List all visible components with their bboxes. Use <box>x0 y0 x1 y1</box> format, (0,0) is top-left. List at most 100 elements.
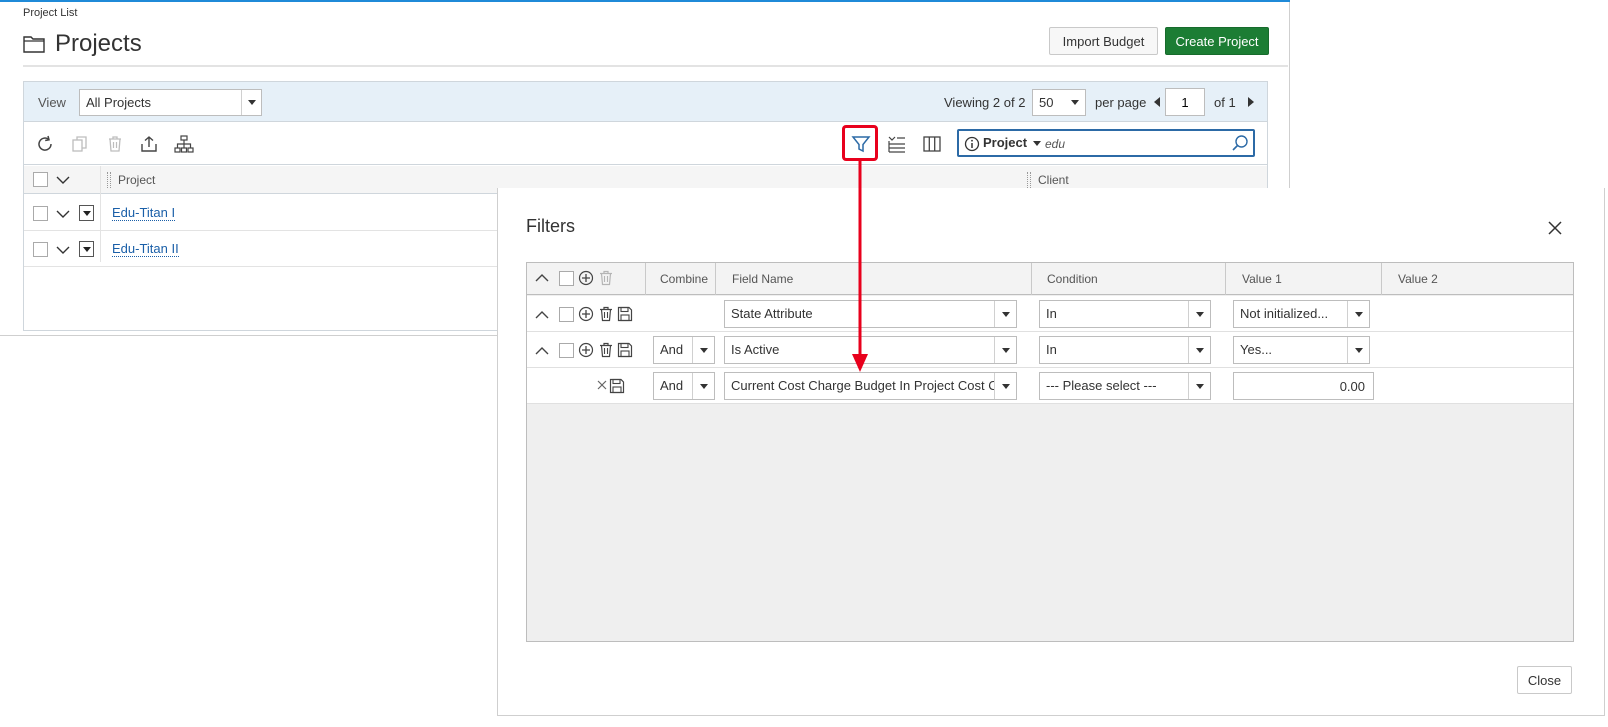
chevron-down-icon[interactable] <box>56 245 70 255</box>
delete-icon[interactable] <box>104 133 126 155</box>
combine-select[interactable]: And <box>653 372 715 400</box>
value1-value: Yes... <box>1240 342 1273 357</box>
save-icon[interactable] <box>609 378 625 394</box>
chevron-down-icon[interactable] <box>692 373 714 399</box>
filters-modal: Filters Combine Field Name Condition Val… <box>497 188 1605 716</box>
chevron-down-icon[interactable] <box>1188 301 1210 327</box>
filter-row: And Is Active In Yes... <box>527 332 1573 368</box>
search-input[interactable] <box>1045 134 1225 154</box>
chevron-down-icon[interactable] <box>994 301 1016 327</box>
condition-value: In <box>1046 342 1057 357</box>
collapse-icon[interactable] <box>535 310 549 320</box>
combine-select[interactable]: And <box>653 336 715 364</box>
column-header-project[interactable]: Project <box>118 173 155 187</box>
project-link[interactable]: Edu-Titan I <box>112 205 176 221</box>
close-icon[interactable] <box>1548 221 1562 235</box>
filter-row: State Attribute In Not initialized... <box>527 296 1573 332</box>
search-scope-select[interactable]: Project <box>983 135 1027 150</box>
columns-icon[interactable] <box>921 133 943 155</box>
breadcrumb[interactable]: Project List <box>23 7 77 19</box>
per-page-value: 50 <box>1039 95 1054 110</box>
field-name-select[interactable]: Current Cost Charge Budget In Project Co… <box>724 372 1017 400</box>
page-header: Projects <box>23 30 142 58</box>
collapse-icon[interactable] <box>535 346 549 356</box>
column-header-combine: Combine <box>660 272 709 286</box>
folder-icon <box>23 36 45 53</box>
hierarchy-icon[interactable] <box>173 133 195 155</box>
chevron-down-icon[interactable] <box>1347 337 1369 363</box>
chevron-down-icon[interactable] <box>1347 301 1369 327</box>
row-checkbox[interactable] <box>33 242 48 257</box>
field-name-value: Is Active <box>731 342 780 357</box>
save-icon[interactable] <box>617 306 633 322</box>
project-link[interactable]: Edu-Titan II <box>112 241 179 257</box>
chevron-down-icon[interactable] <box>1188 337 1210 363</box>
value1-input[interactable] <box>1233 372 1374 400</box>
info-icon[interactable] <box>964 136 980 152</box>
chevron-down-icon[interactable] <box>1033 141 1041 146</box>
column-grip[interactable] <box>1027 172 1031 188</box>
add-icon[interactable] <box>578 270 594 286</box>
field-name-value: Current Cost Charge Budget In Project Co… <box>731 378 1017 393</box>
condition-select[interactable]: --- Please select --- <box>1039 372 1211 400</box>
field-name-select[interactable]: State Attribute <box>724 300 1017 328</box>
chevron-down-icon[interactable] <box>56 175 70 185</box>
delete-icon[interactable] <box>598 306 614 322</box>
row-checkbox[interactable] <box>559 343 574 358</box>
prev-page-icon[interactable] <box>1154 97 1160 107</box>
page-number-input[interactable] <box>1165 88 1205 116</box>
condition-select[interactable]: In <box>1039 300 1211 328</box>
field-name-select[interactable]: Is Active <box>724 336 1017 364</box>
chevron-down-icon[interactable] <box>241 90 261 115</box>
chevron-down-icon[interactable] <box>994 337 1016 363</box>
column-header-client[interactable]: Client <box>1038 173 1069 187</box>
refresh-icon[interactable] <box>34 133 56 155</box>
chevron-down-icon[interactable] <box>1188 373 1210 399</box>
close-icon[interactable] <box>597 380 607 390</box>
column-header-value2: Value 2 <box>1398 272 1438 286</box>
condition-value: --- Please select --- <box>1046 378 1157 393</box>
copy-icon[interactable] <box>69 133 91 155</box>
chevron-down-icon[interactable] <box>1065 90 1085 115</box>
delete-icon[interactable] <box>598 342 614 358</box>
chevron-down-icon[interactable] <box>692 337 714 363</box>
condition-select[interactable]: In <box>1039 336 1211 364</box>
filter-row: And Current Cost Charge Budget In Projec… <box>527 368 1573 404</box>
value1-select[interactable]: Yes... <box>1233 336 1370 364</box>
column-header-value1: Value 1 <box>1242 272 1282 286</box>
page-title: Projects <box>55 30 142 57</box>
import-budget-button[interactable]: Import Budget <box>1049 27 1158 55</box>
search-icon[interactable] <box>1231 134 1249 152</box>
view-label: View <box>38 95 66 110</box>
row-menu-button[interactable] <box>79 241 94 257</box>
export-icon[interactable] <box>138 133 160 155</box>
next-page-icon[interactable] <box>1248 97 1254 107</box>
view-select-value: All Projects <box>86 95 152 110</box>
row-checkbox[interactable] <box>33 206 48 221</box>
collapse-icon[interactable] <box>535 273 549 283</box>
delete-icon[interactable] <box>598 270 614 286</box>
select-all-checkbox[interactable] <box>559 271 574 286</box>
condition-value: In <box>1046 306 1057 321</box>
column-header-field-name: Field Name <box>732 272 794 286</box>
row-checkbox[interactable] <box>559 307 574 322</box>
per-page-select[interactable]: 50 <box>1032 89 1086 116</box>
create-project-button[interactable]: Create Project <box>1165 27 1269 55</box>
column-header-condition: Condition <box>1047 272 1098 286</box>
select-all-checkbox[interactable] <box>33 172 48 187</box>
add-icon[interactable] <box>578 306 594 322</box>
row-menu-button[interactable] <box>79 205 94 221</box>
chevron-down-icon[interactable] <box>994 373 1016 399</box>
value1-select[interactable]: Not initialized... <box>1233 300 1370 328</box>
view-select[interactable]: All Projects <box>79 89 262 116</box>
add-icon[interactable] <box>578 342 594 358</box>
filter-highlight-box <box>842 125 878 161</box>
value1-value: Not initialized... <box>1240 306 1329 321</box>
group-icon[interactable] <box>886 133 908 155</box>
combine-value: And <box>660 342 684 357</box>
chevron-down-icon[interactable] <box>56 209 70 219</box>
column-grip[interactable] <box>107 172 111 188</box>
combine-value: And <box>660 378 684 393</box>
close-button[interactable]: Close <box>1517 666 1572 694</box>
save-icon[interactable] <box>617 342 633 358</box>
